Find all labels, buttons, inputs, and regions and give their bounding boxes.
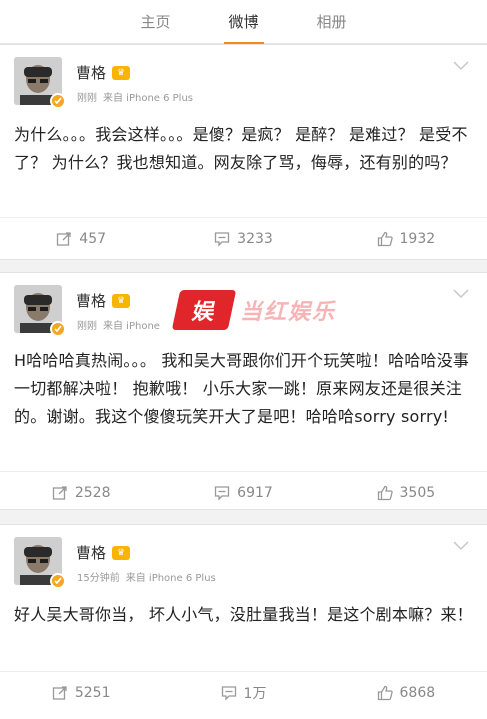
post-source: 来自 iPhone 6 Plus [103, 93, 194, 104]
username[interactable]: 曹格 ♛ [76, 290, 131, 311]
like-icon [377, 485, 393, 500]
repost-icon [52, 685, 67, 700]
like-icon [377, 685, 393, 700]
post-text: H哈哈哈真热闹。。。 我和吴大哥跟你们开个玩笑啦！哈哈哈没事 一切都解决啦！ 抱… [14, 351, 470, 426]
repost-icon [52, 485, 67, 500]
username[interactable]: 曹格 ♛ [76, 542, 131, 563]
post-actions: 2528 6917 3505 [0, 471, 487, 513]
like-button[interactable]: 6868 [325, 672, 487, 713]
tab-album[interactable]: 相册 [288, 0, 376, 44]
post-time: 15分钟前 [77, 573, 120, 584]
watermark-text: 当红娱乐 [240, 300, 337, 325]
comment-button[interactable]: 3233 [162, 218, 324, 259]
chevron-down-icon[interactable] [453, 541, 469, 551]
username-text[interactable]: 曹格 [76, 62, 106, 83]
verified-badge-icon [50, 93, 66, 109]
vip-crown-icon: ♛ [112, 545, 131, 560]
repost-count: 5251 [74, 684, 111, 701]
post-meta: 15分钟前 来自 iPhone 6 Plus [77, 569, 216, 584]
like-button[interactable]: 3505 [325, 472, 487, 513]
profile-tab-bar: 主页 微博 相册 [0, 0, 487, 44]
tab-weibo[interactable]: 微博 [200, 0, 288, 44]
repost-button[interactable]: 2528 [0, 472, 162, 513]
like-button[interactable]: 1932 [325, 218, 487, 259]
username[interactable]: 曹格 ♛ [76, 62, 131, 83]
like-count: 6868 [399, 684, 436, 701]
watermark-badge-icon: 娱 [171, 290, 237, 330]
comment-icon [215, 485, 230, 501]
comment-count: 6917 [237, 484, 273, 501]
comment-button[interactable]: 1万 [162, 672, 324, 713]
post-meta: 刚刚 来自 iPhone [77, 317, 160, 332]
like-count: 1932 [399, 230, 436, 247]
chevron-down-icon[interactable] [453, 61, 469, 71]
repost-icon [57, 231, 71, 246]
repost-button[interactable]: 5251 [0, 672, 162, 713]
weibo-post: 曹格 ♛ 15分钟前 来自 iPhone 6 Plus 好人吴大哥你当， 坏人小… [0, 524, 487, 719]
post-actions: 457 3233 1932 [0, 217, 487, 259]
like-count: 3505 [399, 484, 436, 501]
repost-count: 2528 [74, 484, 111, 501]
username-text[interactable]: 曹格 [76, 542, 106, 563]
post-meta: 刚刚 来自 iPhone 6 Plus [77, 89, 193, 104]
post-source: 来自 iPhone [103, 321, 160, 332]
vip-crown-icon: ♛ [112, 293, 131, 308]
post-actions: 5251 1万 6868 [0, 671, 487, 713]
verified-badge-icon [50, 573, 66, 589]
comment-icon [215, 231, 230, 247]
comment-count: 3233 [237, 230, 273, 247]
vip-crown-icon: ♛ [112, 65, 131, 80]
tab-home[interactable]: 主页 [112, 0, 200, 44]
username-text[interactable]: 曹格 [76, 290, 106, 311]
weibo-post: 曹格 ♛ 刚刚 来自 iPhone 6 Plus 为什么。。。我会这样。。。是傻… [0, 44, 487, 260]
watermark-logo: 娱 当红娱乐 [171, 288, 366, 332]
comment-icon [221, 685, 236, 701]
post-source: 来自 iPhone 6 Plus [125, 573, 216, 584]
post-time: 刚刚 [77, 321, 97, 332]
comment-button[interactable]: 6917 [162, 472, 324, 513]
repost-button[interactable]: 457 [0, 218, 162, 259]
post-text: 好人吴大哥你当， 坏人小气，没肚量我当！是这个剧本嘛？来！ [14, 605, 473, 624]
post-time: 刚刚 [77, 93, 97, 104]
like-icon [377, 231, 393, 246]
repost-count: 457 [79, 230, 107, 247]
chevron-down-icon[interactable] [453, 289, 469, 299]
comment-count: 1万 [243, 685, 267, 702]
verified-badge-icon [50, 321, 66, 337]
post-text: 为什么。。。我会这样。。。是傻？是疯？ 是醉？ 是难过？ 是受不了？ 为什么？我… [14, 125, 468, 172]
